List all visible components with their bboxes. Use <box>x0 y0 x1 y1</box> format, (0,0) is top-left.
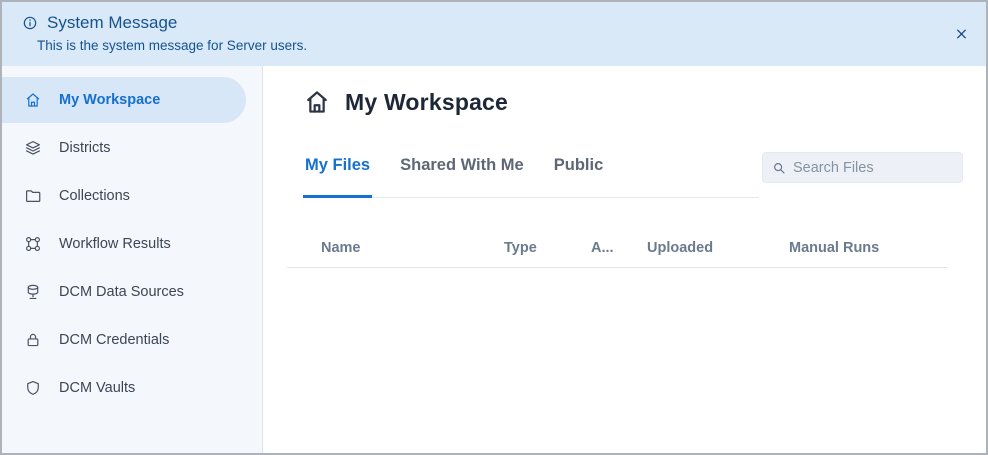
search-files-box <box>762 152 963 183</box>
workflow-icon <box>24 235 42 253</box>
sidebar: My Workspace Districts Collections Workflow… <box>2 66 263 453</box>
sidebar-item-workflow-results[interactable]: Workflow Results <box>2 220 262 268</box>
sidebar-item-dcm-data-sources[interactable]: DCM Data Sources <box>2 268 262 316</box>
sidebar-item-districts[interactable]: Districts <box>2 124 262 172</box>
close-icon[interactable] <box>951 24 972 45</box>
table-header: NameTypeA...UploadedManual Runs <box>287 228 947 268</box>
sidebar-item-my-workspace[interactable]: My Workspace <box>2 77 246 123</box>
sidebar-item-label: DCM Credentials <box>59 332 169 348</box>
sidebar-item-label: Collections <box>59 188 130 204</box>
column-header-name[interactable]: Name <box>321 240 504 256</box>
search-input[interactable] <box>786 160 962 176</box>
folder-icon <box>24 187 42 205</box>
system-message-banner: System Message This is the system messag… <box>2 2 986 66</box>
page-header: My Workspace <box>303 86 986 118</box>
database-icon <box>24 283 42 301</box>
shield-icon <box>24 379 42 397</box>
home-icon <box>303 88 331 116</box>
sidebar-item-label: My Workspace <box>59 92 160 108</box>
banner-title: System Message <box>47 13 177 33</box>
sidebar-item-collections[interactable]: Collections <box>2 172 262 220</box>
banner-message: This is the system message for Server us… <box>37 33 938 53</box>
tab-shared-with-me[interactable]: Shared With Me <box>398 156 526 198</box>
sidebar-item-dcm-vaults[interactable]: DCM Vaults <box>2 364 262 412</box>
home-icon <box>24 91 42 109</box>
page-title: My Workspace <box>345 89 508 116</box>
info-icon <box>22 15 38 31</box>
main-content: My Workspace My Files Shared With Me Publi… <box>263 66 986 453</box>
search-icon <box>772 161 786 175</box>
sidebar-item-label: Workflow Results <box>59 236 171 252</box>
tab-public[interactable]: Public <box>552 156 606 198</box>
banner-title-row: System Message <box>22 13 938 33</box>
sidebar-item-dcm-credentials[interactable]: DCM Credentials <box>2 316 262 364</box>
sidebar-item-label: DCM Vaults <box>59 380 135 396</box>
column-header-manual-runs[interactable]: Manual Runs <box>789 240 947 256</box>
table-body <box>303 268 986 428</box>
tab-bar: My Files Shared With Me Public <box>303 156 759 198</box>
app-body: My Workspace Districts Collections Workflow… <box>2 66 986 453</box>
sidebar-item-label: DCM Data Sources <box>59 284 184 300</box>
sidebar-item-label: Districts <box>59 140 111 156</box>
app-window: System Message This is the system messag… <box>0 0 988 455</box>
tab-my-files[interactable]: My Files <box>303 156 372 198</box>
column-header-uploaded[interactable]: Uploaded <box>647 240 789 256</box>
column-header-a[interactable]: A... <box>591 240 647 256</box>
layers-icon <box>24 139 42 157</box>
column-header-type[interactable]: Type <box>504 240 591 256</box>
lock-icon <box>24 331 42 349</box>
